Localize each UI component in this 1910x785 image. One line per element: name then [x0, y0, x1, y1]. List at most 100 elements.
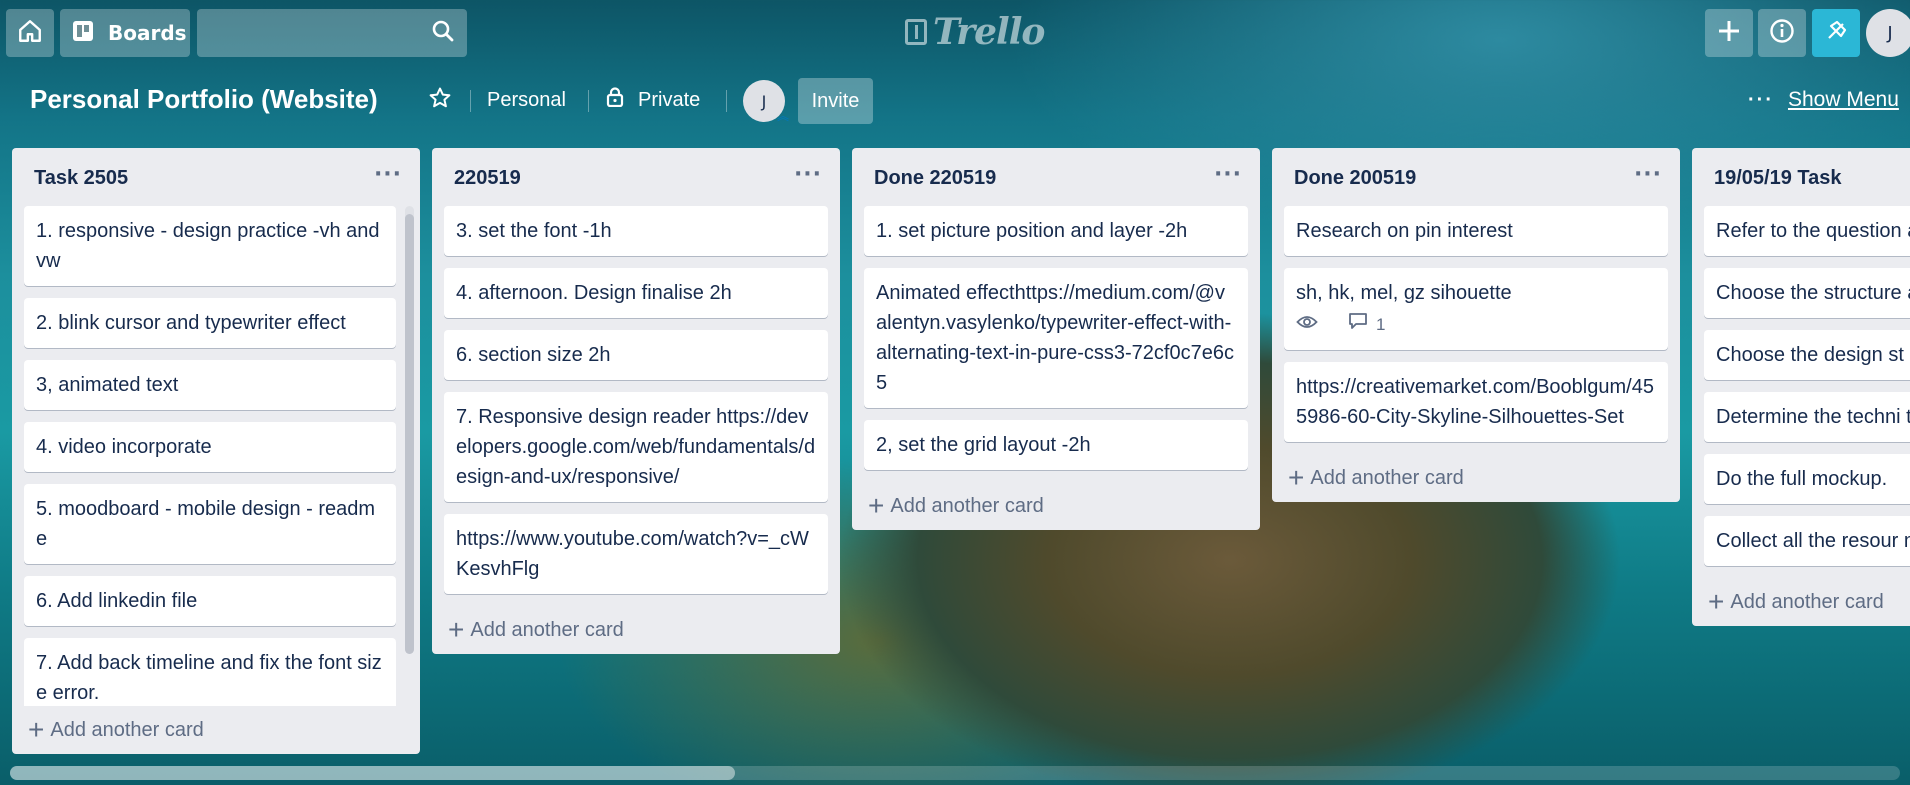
header-divider — [470, 90, 471, 112]
visibility-button[interactable]: Private — [596, 82, 710, 118]
add-card-button[interactable]: + Add another card — [852, 482, 1260, 530]
card[interactable]: Do the full mockup. — [1704, 454, 1910, 504]
home-button[interactable] — [6, 9, 54, 57]
top-header: Boards Trello J — [0, 0, 1910, 66]
admin-chevron-icon: ︽ — [776, 109, 789, 123]
list-menu-button[interactable]: ··· — [1632, 162, 1664, 187]
card[interactable]: sh, hk, mel, gz sihouette 1 — [1284, 268, 1668, 350]
add-card-label: Add another card — [1730, 590, 1884, 613]
notifications-button[interactable] — [1812, 9, 1860, 57]
card[interactable]: 6. Add linkedin file — [24, 576, 396, 626]
add-card-label: Add another card — [890, 494, 1044, 517]
list-title[interactable]: Done 200519 — [1294, 167, 1416, 190]
member-avatar[interactable]: J ︽ — [743, 80, 789, 123]
card-title: sh, hk, mel, gz sihouette — [1296, 282, 1512, 304]
list-task-2505: Task 2505 ··· 1. responsive - design pra… — [12, 148, 420, 754]
add-card-button[interactable]: + Add another card — [12, 706, 420, 754]
lock-icon — [606, 87, 638, 113]
plus-icon: + — [28, 714, 45, 745]
list-header: 220519 ··· — [432, 148, 840, 206]
show-menu-label: Show Menu — [1787, 88, 1899, 111]
star-icon — [428, 86, 452, 114]
list-header: Done 220519 ··· — [852, 148, 1260, 206]
list-done-220519: Done 220519 ··· 1. set picture position … — [852, 148, 1260, 530]
card[interactable]: Choose the structure argument. — [1704, 268, 1910, 318]
card[interactable]: 2. blink cursor and typewriter effect — [24, 298, 396, 348]
card[interactable]: 2, set the grid layout -2h — [864, 420, 1248, 470]
list-title[interactable]: 19/05/19 Task — [1714, 167, 1842, 190]
list-menu-button[interactable]: ··· — [372, 162, 404, 187]
invite-button[interactable]: Invite — [798, 78, 873, 124]
star-button[interactable] — [420, 82, 460, 118]
board-title[interactable]: Personal Portfolio (Website) — [30, 84, 378, 115]
card[interactable]: https://creativemarket.com/Booblgum/4559… — [1284, 362, 1668, 442]
card[interactable]: 7. Responsive design reader https://deve… — [444, 392, 828, 502]
board-scrollbar[interactable] — [10, 766, 1900, 780]
board-header: Personal Portfolio (Website) Personal Pr… — [0, 66, 1910, 136]
list-cards: Research on pin interest sh, hk, mel, gz… — [1272, 206, 1680, 442]
create-button[interactable] — [1705, 9, 1753, 57]
card[interactable]: 4. video incorporate — [24, 422, 396, 472]
list-title[interactable]: 220519 — [454, 167, 521, 190]
card[interactable]: 1. responsive - design practice -vh and … — [24, 206, 396, 286]
card[interactable]: 6. section size 2h — [444, 330, 828, 380]
logo-text: Trello — [933, 11, 1045, 53]
list-cards: 1. responsive - design practice -vh and … — [12, 206, 420, 706]
card[interactable]: Choose the design st — [1704, 330, 1910, 380]
trello-logo[interactable]: Trello — [905, 10, 1045, 54]
card[interactable]: 7. Add back timeline and fix the font si… — [24, 638, 396, 706]
card[interactable]: Determine the techni test it. — [1704, 392, 1910, 442]
trello-logo-icon — [905, 19, 927, 45]
list-scrollbar-thumb[interactable] — [405, 214, 414, 654]
boards-button[interactable]: Boards — [60, 9, 190, 57]
comments-badge: 1 — [1348, 310, 1385, 340]
boards-label: Boards — [108, 21, 187, 45]
eye-icon — [1296, 310, 1326, 340]
list-menu-button[interactable]: ··· — [1212, 162, 1244, 187]
add-card-label: Add another card — [1310, 466, 1464, 489]
card[interactable]: 5. moodboard - mobile design - readme — [24, 484, 396, 564]
list-done-200519: Done 200519 ··· Research on pin interest… — [1272, 148, 1680, 502]
card[interactable]: 3, animated text — [24, 360, 396, 410]
list-scrollbar[interactable] — [405, 206, 414, 654]
add-card-label: Add another card — [50, 718, 204, 741]
list-header: 19/05/19 Task — [1692, 148, 1910, 206]
board-scrollbar-thumb[interactable] — [10, 766, 735, 780]
card[interactable]: https://www.youtube.com/watch?v=_cWKesvh… — [444, 514, 828, 594]
watch-badge — [1296, 310, 1326, 340]
list-header: Done 200519 ··· — [1272, 148, 1680, 206]
home-icon — [17, 18, 43, 48]
list-220519: 220519 ··· 3. set the font -1h 4. aftern… — [432, 148, 840, 654]
add-card-button[interactable]: + Add another card — [1272, 454, 1680, 502]
card-badges: 1 — [1296, 310, 1656, 340]
plus-icon: + — [1288, 462, 1305, 493]
list-title[interactable]: Done 220519 — [874, 167, 996, 190]
info-icon — [1769, 18, 1795, 48]
card[interactable]: Collect all the resour mockup — [1704, 516, 1910, 566]
list-cards: Refer to the question and design: Choose… — [1692, 206, 1910, 566]
notification-icon — [1823, 18, 1849, 48]
info-button[interactable] — [1758, 9, 1806, 57]
user-avatar[interactable]: J — [1866, 9, 1910, 57]
team-button[interactable]: Personal — [475, 82, 578, 118]
plus-icon: + — [1708, 586, 1725, 617]
show-menu-button[interactable]: ··· Show Menu — [1748, 82, 1899, 118]
list-cards: 1. set picture position and layer -2h An… — [852, 206, 1260, 470]
add-card-button[interactable]: + Add another card — [1692, 578, 1910, 626]
list-header: Task 2505 ··· — [12, 148, 420, 206]
add-card-button[interactable]: + Add another card — [432, 606, 840, 654]
list-19-05-19-task: 19/05/19 Task Refer to the question and … — [1692, 148, 1910, 626]
card[interactable]: Research on pin interest — [1284, 206, 1668, 256]
card[interactable]: 3. set the font -1h — [444, 206, 828, 256]
search-input[interactable] — [197, 9, 467, 57]
header-divider — [726, 90, 727, 112]
list-title[interactable]: Task 2505 — [34, 167, 128, 190]
search-icon[interactable] — [431, 19, 455, 47]
card[interactable]: Refer to the question and design: — [1704, 206, 1910, 256]
header-divider — [588, 90, 589, 112]
card[interactable]: 4. afternoon. Design finalise 2h — [444, 268, 828, 318]
comment-icon — [1348, 310, 1376, 340]
list-menu-button[interactable]: ··· — [792, 162, 824, 187]
card[interactable]: Animated effecthttps://medium.com/@valen… — [864, 268, 1248, 408]
card[interactable]: 1. set picture position and layer -2h — [864, 206, 1248, 256]
